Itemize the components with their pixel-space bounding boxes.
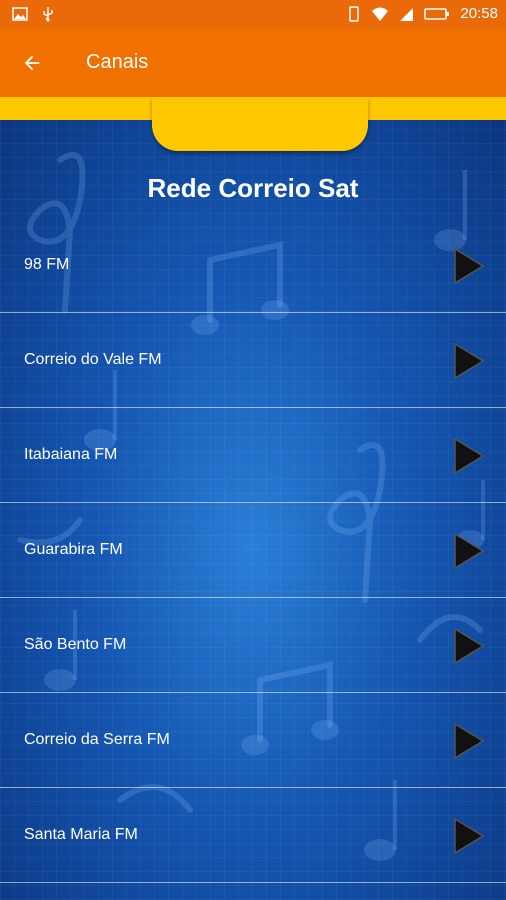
channel-list: 98 FM Correio do Vale FM Itabaiana FM Gu… — [0, 218, 506, 883]
channel-label: Correio da Serra FM — [24, 731, 170, 748]
app-bar-title: Canais — [86, 51, 149, 73]
image-icon — [12, 7, 28, 21]
channel-label: Correio do Vale FM — [24, 351, 162, 368]
play-icon[interactable] — [452, 437, 486, 475]
arrow-left-icon — [24, 55, 40, 71]
channel-row-correio-da-serra-fm[interactable]: Correio da Serra FM — [0, 693, 506, 788]
play-icon[interactable] — [452, 342, 486, 380]
back-button[interactable] — [18, 49, 46, 77]
play-icon[interactable] — [452, 817, 486, 855]
play-icon[interactable] — [452, 247, 486, 285]
page-heading: Rede Correio Sat — [147, 173, 359, 203]
phone-vibrate-icon — [349, 5, 360, 22]
wifi-icon — [372, 7, 389, 21]
status-time: 20:58 — [460, 5, 498, 22]
channel-row-itabaiana-fm[interactable]: Itabaiana FM — [0, 408, 506, 503]
channel-label: Itabaiana FM — [24, 446, 118, 463]
signal-4g-icon — [400, 7, 414, 21]
usb-icon — [43, 7, 53, 22]
app-bar: Canais — [0, 29, 506, 97]
channel-row-sao-bento-fm[interactable]: São Bento FM — [0, 598, 506, 693]
channel-label: 98 FM — [24, 256, 70, 273]
channel-row-santa-maria-fm[interactable]: Santa Maria FM — [0, 788, 506, 883]
channel-label: Santa Maria FM — [24, 826, 138, 843]
status-right-icons: 20:58 — [346, 5, 498, 22]
status-bar: 20:58 — [0, 0, 506, 29]
status-left-icons — [12, 6, 56, 22]
channel-label: São Bento FM — [24, 636, 127, 653]
play-icon[interactable] — [452, 627, 486, 665]
battery-icon — [424, 7, 450, 20]
channel-row-correio-do-vale-fm[interactable]: Correio do Vale FM — [0, 313, 506, 408]
channel-row-98-fm[interactable]: 98 FM — [0, 218, 506, 313]
header-accent-tab — [152, 97, 368, 151]
play-icon[interactable] — [452, 722, 486, 760]
channel-row-guarabira-fm[interactable]: Guarabira FM — [0, 503, 506, 598]
channel-label: Guarabira FM — [24, 541, 123, 558]
play-icon[interactable] — [452, 532, 486, 570]
